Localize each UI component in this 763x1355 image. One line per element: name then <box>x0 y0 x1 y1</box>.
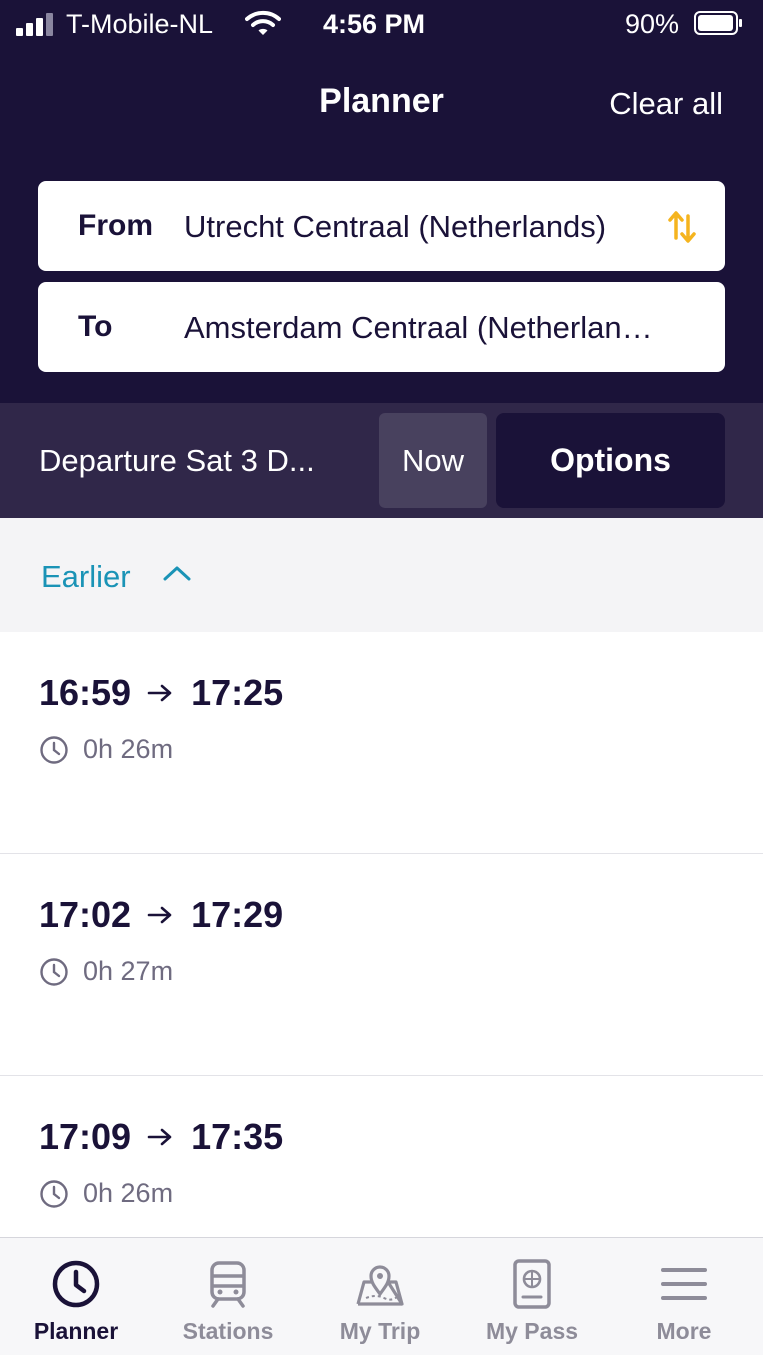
train-icon <box>210 1261 246 1308</box>
clear-all-button[interactable]: Clear all <box>609 86 723 122</box>
trip-row[interactable]: 17:02 17:29 0h 27m <box>0 854 763 1076</box>
clock-icon <box>40 1179 68 1208</box>
tab-my-pass[interactable]: My Pass <box>456 1238 608 1355</box>
trip-duration: 0h 26m <box>39 734 173 765</box>
duration-value: 0h 26m <box>83 734 174 764</box>
wifi-icon <box>245 10 281 35</box>
tab-label: My Trip <box>339 1318 421 1344</box>
arrival-time: 17:25 <box>191 672 284 713</box>
menu-icon <box>661 1268 707 1300</box>
battery-percent: 90% <box>625 9 680 39</box>
departure-time: 17:02 <box>39 894 132 935</box>
battery-icon <box>694 11 742 35</box>
clock-icon <box>40 957 68 986</box>
status-bar: T-Mobile-NL 4:56 PM 90% <box>0 0 763 50</box>
tab-label: Planner <box>33 1318 119 1344</box>
planner-screen: T-Mobile-NL 4:56 PM 90% Planner Clear al… <box>0 0 763 1355</box>
to-value[interactable]: Amsterdam Centraal (Netherlands) <box>184 310 654 346</box>
arrival-time: 17:29 <box>191 894 284 935</box>
options-button[interactable]: Options <box>496 413 725 508</box>
clock-time: 4:56 PM <box>323 9 426 39</box>
trip-duration: 0h 27m <box>39 956 173 987</box>
signal-icon <box>16 12 56 36</box>
from-value[interactable]: Utrecht Centraal (Netherlands) <box>184 209 654 245</box>
now-button[interactable]: Now <box>379 413 487 508</box>
arrow-right-icon <box>147 1128 172 1146</box>
from-field[interactable]: From Utrecht Centraal (Netherlands) <box>38 181 725 271</box>
tab-stations[interactable]: Stations <box>152 1238 304 1355</box>
options-button-label: Options <box>550 442 671 478</box>
arrow-right-icon <box>147 684 172 702</box>
departure-time: 16:59 <box>39 672 132 713</box>
departure-time: 17:09 <box>39 1116 132 1157</box>
duration-value: 0h 26m <box>83 1178 174 1208</box>
earlier-row[interactable]: Earlier <box>0 518 763 632</box>
to-field[interactable]: To Amsterdam Centraal (Netherlands) <box>38 282 725 372</box>
arrow-right-icon <box>147 906 172 924</box>
tab-my-trip[interactable]: My Trip <box>304 1238 456 1355</box>
earlier-link[interactable]: Earlier <box>41 559 131 595</box>
trip-times: 17:02 17:29 <box>39 894 283 936</box>
tab-bar: Planner Stations My Trip My Pass More <box>0 1237 763 1355</box>
tab-label: My Pass <box>485 1318 579 1344</box>
chevron-up-icon <box>163 566 191 581</box>
swap-icon[interactable] <box>667 208 697 246</box>
now-button-label: Now <box>401 442 464 478</box>
departure-bar: Departure Sat 3 D... Now Options <box>0 403 763 518</box>
passport-icon <box>513 1259 551 1309</box>
clock-icon <box>40 735 68 764</box>
to-label: To <box>78 310 113 343</box>
clock-icon <box>52 1260 100 1308</box>
carrier-name: T-Mobile-NL <box>66 9 214 39</box>
duration-value: 0h 27m <box>83 956 174 986</box>
tab-label: Stations <box>182 1318 274 1344</box>
map-pin-icon <box>356 1265 404 1306</box>
from-label: From <box>78 209 153 242</box>
tab-label: More <box>656 1318 712 1344</box>
tab-more[interactable]: More <box>608 1238 760 1355</box>
header: T-Mobile-NL 4:56 PM 90% Planner Clear al… <box>0 0 763 403</box>
trip-times: 16:59 17:25 <box>39 672 283 714</box>
tab-planner[interactable]: Planner <box>0 1238 152 1355</box>
trip-times: 17:09 17:35 <box>39 1116 283 1158</box>
trip-duration: 0h 26m <box>39 1178 173 1209</box>
departure-time-selector[interactable]: Departure Sat 3 D... <box>39 443 359 479</box>
trip-row[interactable]: 16:59 17:25 0h 26m <box>0 632 763 854</box>
arrival-time: 17:35 <box>191 1116 284 1157</box>
